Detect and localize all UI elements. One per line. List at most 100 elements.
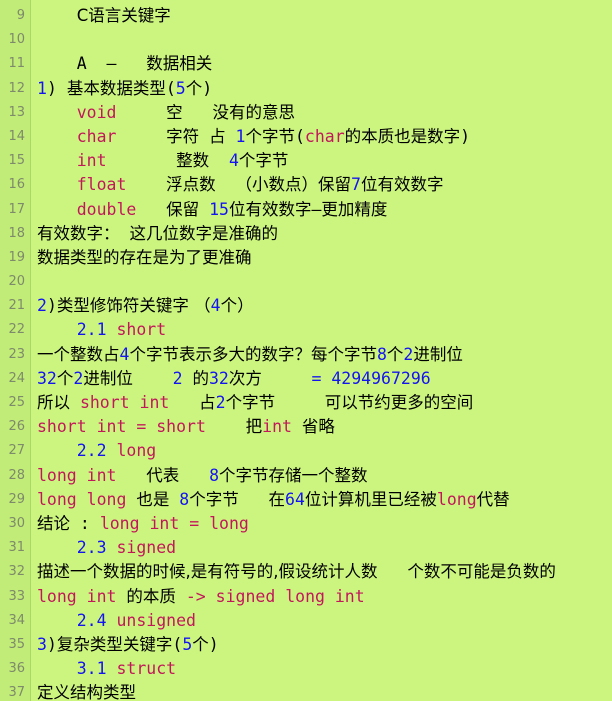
code-token-han: 没有的意思: [212, 102, 295, 122]
line-number: 25: [8, 395, 25, 410]
code-token-num: 2.3: [76, 538, 107, 558]
line-number: 13: [8, 104, 25, 120]
code-token-kw: float: [76, 175, 127, 195]
code-token-txt: :: [70, 513, 100, 533]
line-number: 30: [8, 515, 25, 531]
code-token-txt: ): [208, 634, 219, 654]
code-line[interactable]: [31, 270, 612, 294]
code-line[interactable]: short int = short 把int 省略: [31, 415, 612, 439]
code-token-kw: void: [76, 102, 117, 122]
code-token-han: 进制位: [413, 344, 463, 364]
code-line[interactable]: float 浮点数 （小数点）保留7位有效数字: [31, 173, 612, 197]
code-line[interactable]: int 整数 4个字节: [31, 149, 612, 173]
code-token-han: 也是: [136, 489, 170, 509]
code-line[interactable]: 定义结构类型: [31, 681, 612, 701]
code-editor[interactable]: 8910111213141516171819202122232425262728…: [0, 0, 612, 701]
code-line[interactable]: 2)类型修饰符关键字 （4个）: [31, 294, 612, 318]
code-line[interactable]: 3)复杂类型关键字(5个): [31, 633, 612, 657]
code-token-txt: (: [165, 78, 176, 98]
code-line[interactable]: A – 数据相关: [31, 52, 612, 76]
code-line[interactable]: [31, 28, 612, 52]
code-token-han: 更加精度: [321, 199, 388, 219]
code-line[interactable]: 2.3 signed: [31, 536, 612, 560]
code-line[interactable]: 1) 基本数据类型(5个): [31, 77, 612, 101]
code-token-han: 个: [56, 368, 74, 388]
code-line[interactable]: double 保留 15位有效数字–更加精度: [31, 198, 612, 222]
code-line[interactable]: 有效数字： 这几位数字是准确的: [31, 222, 612, 246]
code-token-num: 4: [228, 151, 239, 171]
code-token-han: 占: [199, 393, 216, 412]
code-token-han: 数据相关: [146, 54, 213, 74]
code-token-num: 5: [175, 78, 186, 98]
code-token-num: 2: [215, 393, 226, 412]
code-token-num: 8: [376, 344, 387, 364]
code-token-kw: char: [304, 126, 345, 146]
code-token-han: 这几位数字是准确的: [129, 223, 278, 243]
code-line[interactable]: long long 也是 8个字节 在64位计算机里已经被long代替: [31, 488, 612, 512]
code-token-han: 个）: [220, 296, 254, 316]
line-number: 17: [8, 201, 25, 217]
code-line[interactable]: 2.1 short: [31, 318, 612, 342]
code-line[interactable]: 3.1 struct: [31, 657, 612, 681]
code-token-num: 7: [351, 175, 361, 195]
code-token-han: 省略: [301, 417, 335, 437]
code-line[interactable]: 一个整数占4个字节表示多大的数字？每个字节8个2进制位: [31, 343, 612, 367]
code-token-txt: (: [172, 634, 183, 654]
code-line[interactable]: long int 的本质 -> signed long int: [31, 585, 612, 609]
line-number: 36: [8, 661, 25, 677]
code-token-num: 8: [209, 465, 220, 485]
code-token-han: 个字节: [225, 393, 276, 412]
code-token-han: 基本数据类型: [66, 78, 166, 98]
code-line[interactable]: long int 代表 8个字节存储一个整数: [31, 464, 612, 488]
code-line[interactable]: 数据类型的存在是为了更准确: [31, 246, 612, 270]
code-token-han: 个: [386, 344, 404, 364]
code-content-area[interactable]: C语言关键字 A – 数据相关 1) 基本数据类型(5个) void 空 没有的意…: [31, 0, 612, 701]
code-token-num: 32: [37, 368, 57, 388]
code-token-han: 整数: [176, 151, 210, 171]
code-line[interactable]: C语言关键字: [31, 4, 612, 28]
line-number: 26: [8, 419, 25, 435]
code-token-han: 的本质也是数字: [344, 126, 461, 146]
code-token-han: 位有效数字: [360, 175, 444, 195]
code-line[interactable]: void 空 没有的意思: [31, 101, 612, 125]
code-token-num: 2: [403, 344, 414, 364]
code-line[interactable]: 32个2进制位 2 的32次方 = 4294967296: [31, 367, 612, 391]
line-number: 23: [8, 346, 25, 362]
code-line[interactable]: 结论 : long int = long: [31, 512, 612, 536]
code-token-num: 2.1: [76, 320, 107, 340]
code-token-han: 位计算机里已经被: [304, 489, 437, 509]
code-token-num: 2: [37, 296, 47, 316]
code-token-kw: unsigned: [116, 610, 196, 630]
code-token-num: 2.2: [76, 441, 107, 461]
code-line[interactable]: 描述一个数据的时候,是有符号的,假设统计人数 个数不可能是负数的: [31, 560, 612, 584]
code-token-han: 一个整数占: [37, 344, 120, 364]
code-line[interactable]: 2.2 long: [31, 439, 612, 463]
code-line[interactable]: 所以 short int 占2个字节 可以节约更多的空间: [31, 391, 612, 415]
code-token-num: 64: [285, 489, 305, 509]
line-number: 33: [8, 588, 25, 604]
code-token-kw: short int: [79, 393, 170, 412]
code-token-kw: signed: [116, 538, 177, 558]
code-token-num: 32: [208, 368, 229, 388]
code-token-kw: double: [76, 199, 137, 219]
code-token-han: 空: [166, 102, 183, 122]
code-token-han: 次方: [228, 368, 262, 388]
code-line[interactable]: 2.4 unsigned: [31, 609, 612, 633]
code-token-kw: long: [436, 489, 477, 509]
code-line[interactable]: char 字符 占 1个字节(char的本质也是数字): [31, 125, 612, 149]
code-token-han: 复杂类型关键字: [56, 634, 173, 654]
